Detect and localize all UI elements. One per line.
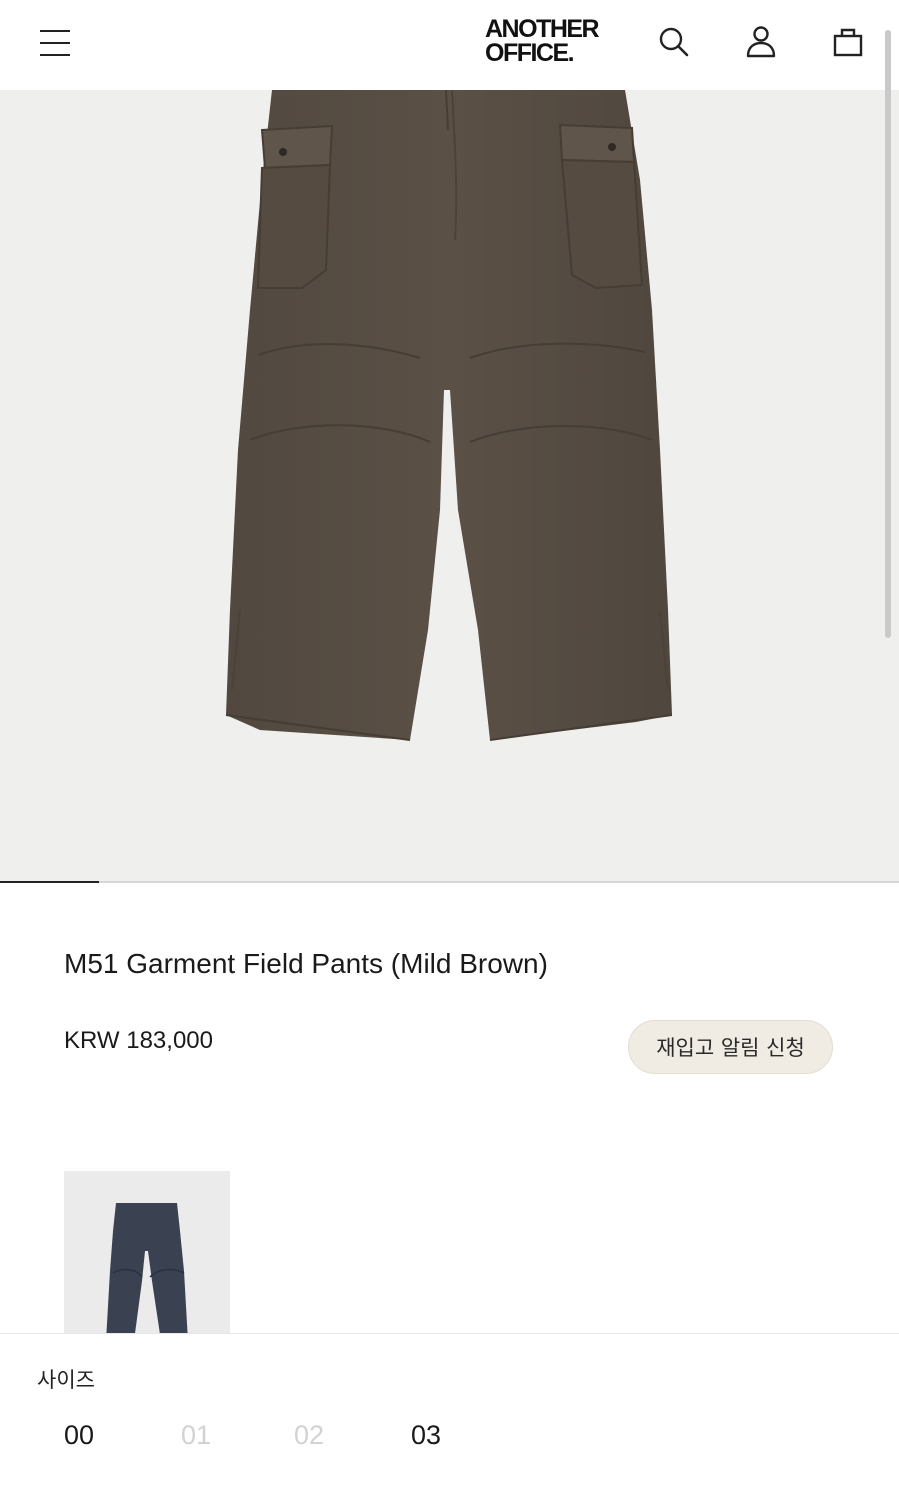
gallery-progress <box>0 881 899 883</box>
size-option-00[interactable]: 00 <box>64 1420 94 1451</box>
size-option-02[interactable]: 02 <box>294 1420 324 1451</box>
product-title: M51 Garment Field Pants (Mild Brown) <box>64 948 548 979</box>
size-selector-sheet: 사이즈 00 01 02 03 <box>0 1333 899 1501</box>
menu-icon[interactable] <box>38 26 74 60</box>
restock-alert-button[interactable]: 재입고 알림 신청 <box>628 1020 833 1074</box>
size-option-01[interactable]: 01 <box>181 1420 211 1451</box>
brand-logo-line1: ANOTHER <box>485 15 600 43</box>
brand-logo[interactable]: ANOTHER OFFICE. <box>485 15 610 67</box>
search-icon[interactable] <box>654 22 694 62</box>
pocket-button <box>279 148 287 156</box>
product-image-gallery[interactable] <box>0 90 899 882</box>
brand-logo-line2: OFFICE. <box>485 39 575 67</box>
size-option-03[interactable]: 03 <box>411 1420 441 1451</box>
pocket-button <box>608 143 616 151</box>
page-scrollbar[interactable] <box>885 30 891 638</box>
shopping-bag-icon[interactable] <box>828 22 868 62</box>
site-header: ANOTHER OFFICE. <box>0 0 899 90</box>
gallery-progress-indicator <box>0 881 99 883</box>
user-icon[interactable] <box>741 22 781 62</box>
size-label: 사이즈 <box>37 1368 95 1392</box>
color-swatch-navy[interactable] <box>64 1171 230 1337</box>
product-price: KRW 183,000 <box>64 1027 213 1054</box>
product-image-pants <box>225 90 673 741</box>
color-swatch-thumbnail <box>106 1203 188 1337</box>
